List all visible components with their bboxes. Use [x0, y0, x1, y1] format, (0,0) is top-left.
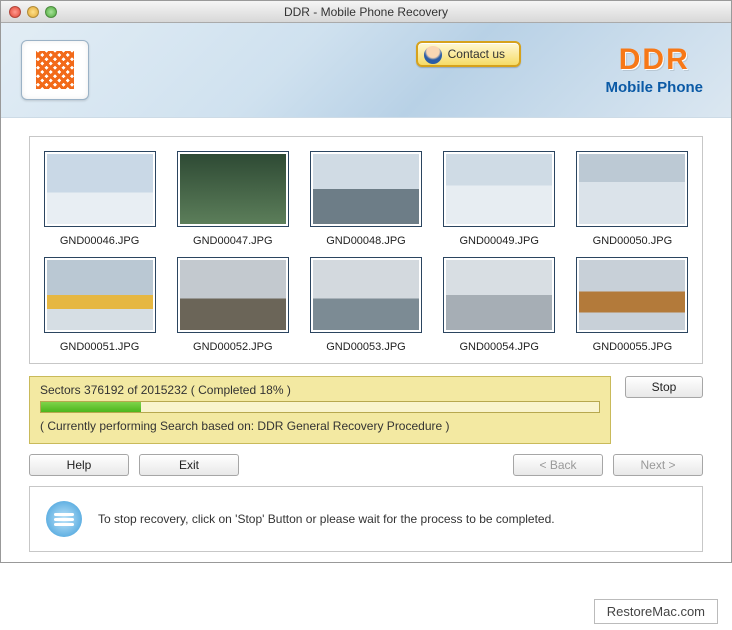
filename-label: GND00048.JPG: [326, 235, 405, 247]
progress-panel: Sectors 376192 of 2015232 ( Completed 18…: [29, 376, 611, 444]
thumbnail: [310, 257, 422, 333]
hint-panel: To stop recovery, click on 'Stop' Button…: [29, 486, 703, 552]
list-item[interactable]: GND00054.JPG: [440, 257, 559, 353]
image-icon: [47, 260, 153, 330]
filename-label: GND00049.JPG: [459, 235, 538, 247]
thumbnail: [576, 257, 688, 333]
thumbnail-gallery: GND00046.JPG GND00047.JPG GND00048.JPG G…: [29, 136, 703, 364]
thumbnail-grid: GND00046.JPG GND00047.JPG GND00048.JPG G…: [40, 151, 692, 353]
list-item[interactable]: GND00055.JPG: [573, 257, 692, 353]
next-button[interactable]: Next >: [613, 454, 703, 476]
filename-label: GND00053.JPG: [326, 341, 405, 353]
image-icon: [313, 260, 419, 330]
content-area: GND00046.JPG GND00047.JPG GND00048.JPG G…: [1, 118, 731, 562]
image-icon: [579, 154, 685, 224]
thumbnail: [576, 151, 688, 227]
person-icon: [424, 46, 442, 64]
list-item[interactable]: GND00051.JPG: [40, 257, 159, 353]
app-logo: [21, 40, 89, 100]
stop-button[interactable]: Stop: [625, 376, 703, 398]
filename-label: GND00055.JPG: [593, 341, 672, 353]
progress-status-label: ( Currently performing Search based on: …: [40, 419, 600, 433]
filename-label: GND00047.JPG: [193, 235, 272, 247]
back-button[interactable]: < Back: [513, 454, 603, 476]
progress-bar: [40, 401, 600, 413]
progress-area: Sectors 376192 of 2015232 ( Completed 18…: [29, 376, 703, 444]
thumbnail: [310, 151, 422, 227]
info-icon: [46, 501, 82, 537]
list-item[interactable]: GND00053.JPG: [306, 257, 425, 353]
list-item[interactable]: GND00048.JPG: [306, 151, 425, 247]
help-button[interactable]: Help: [29, 454, 129, 476]
spacer: [249, 454, 503, 476]
image-icon: [313, 154, 419, 224]
image-icon: [446, 154, 552, 224]
sector-count-label: Sectors 376192 of 2015232 ( Completed 18…: [40, 383, 600, 397]
window-title: DDR - Mobile Phone Recovery: [1, 5, 731, 19]
list-item[interactable]: GND00050.JPG: [573, 151, 692, 247]
filename-label: GND00051.JPG: [60, 341, 139, 353]
thumbnail: [44, 151, 156, 227]
progress-bar-fill: [41, 402, 141, 412]
brand: DDR Mobile Phone: [606, 43, 704, 96]
list-item[interactable]: GND00046.JPG: [40, 151, 159, 247]
thumbnail: [443, 151, 555, 227]
image-icon: [47, 154, 153, 224]
image-icon: [180, 154, 286, 224]
image-icon: [579, 260, 685, 330]
thumbnail: [177, 151, 289, 227]
watermark-label: RestoreMac.com: [594, 599, 718, 624]
nav-row: Help Exit < Back Next >: [29, 454, 703, 476]
banner: Contact us DDR Mobile Phone: [1, 23, 731, 118]
contact-us-label: Contact us: [448, 47, 505, 61]
image-icon: [180, 260, 286, 330]
app-window: DDR - Mobile Phone Recovery Contact us D…: [0, 0, 732, 563]
titlebar: DDR - Mobile Phone Recovery: [1, 1, 731, 23]
filename-label: GND00054.JPG: [459, 341, 538, 353]
contact-us-button[interactable]: Contact us: [416, 41, 521, 67]
exit-button[interactable]: Exit: [139, 454, 239, 476]
list-item[interactable]: GND00049.JPG: [440, 151, 559, 247]
thumbnail: [177, 257, 289, 333]
list-item[interactable]: GND00047.JPG: [173, 151, 292, 247]
filename-label: GND00052.JPG: [193, 341, 272, 353]
hint-text: To stop recovery, click on 'Stop' Button…: [98, 512, 555, 526]
brand-subtitle: Mobile Phone: [606, 79, 704, 96]
image-icon: [446, 260, 552, 330]
logo-icon: [36, 51, 74, 89]
thumbnail: [44, 257, 156, 333]
thumbnail: [443, 257, 555, 333]
filename-label: GND00046.JPG: [60, 235, 139, 247]
filename-label: GND00050.JPG: [593, 235, 672, 247]
brand-title: DDR: [606, 43, 704, 77]
list-item[interactable]: GND00052.JPG: [173, 257, 292, 353]
